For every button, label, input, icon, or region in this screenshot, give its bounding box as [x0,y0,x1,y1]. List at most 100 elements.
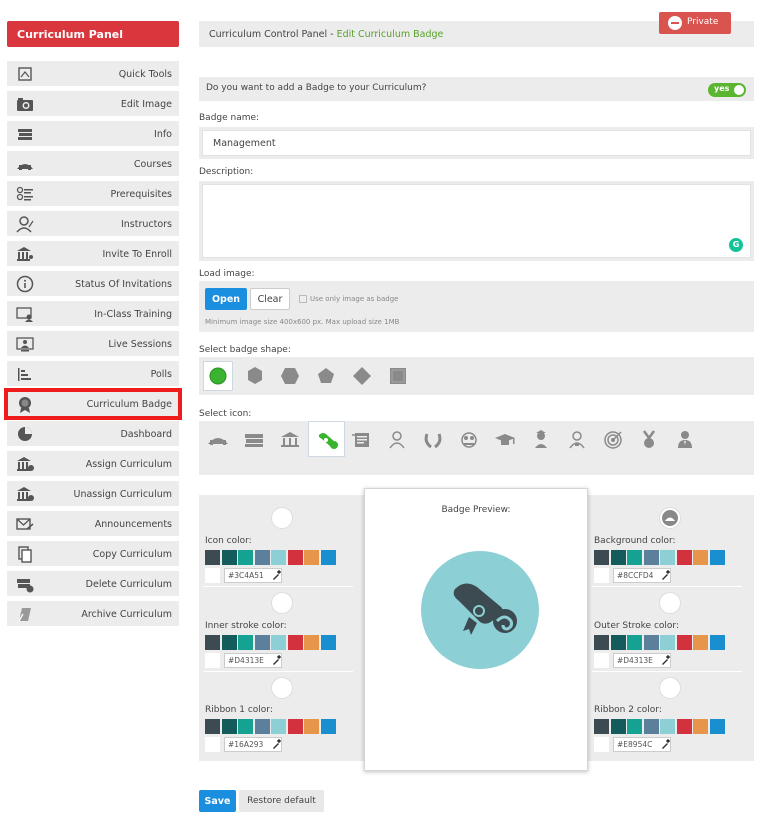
color-swatch[interactable] [221,635,237,650]
color-swatch[interactable] [610,719,626,734]
color-swatch[interactable] [627,719,642,734]
color-swatch[interactable] [676,635,692,650]
sidebar-item-live-sessions[interactable]: Live Sessions [7,331,179,357]
open-button[interactable]: Open [205,288,247,310]
custom-color-swatch[interactable] [594,737,609,752]
color-swatch[interactable] [709,550,725,565]
icon-option-books[interactable] [238,424,270,456]
color-swatch[interactable] [287,550,303,565]
color-swatch[interactable] [254,719,270,734]
icon-option-medal[interactable] [633,424,665,456]
icon-option-student[interactable] [561,424,593,456]
color-swatch[interactable] [287,635,303,650]
color-swatch[interactable] [205,719,220,734]
sidebar-item-invite-to-enroll[interactable]: Invite To Enroll [7,241,179,267]
icon-option-graduate[interactable] [525,424,557,456]
only-image-checkbox[interactable] [299,295,307,303]
icon-option-target[interactable] [597,424,629,456]
color-swatch[interactable] [643,550,659,565]
color-swatch[interactable] [221,550,237,565]
color-swatch[interactable] [271,719,286,734]
custom-color-swatch[interactable] [594,568,609,583]
color-swatch[interactable] [693,550,708,565]
sidebar-item-instructors[interactable]: Instructors [7,211,179,237]
color-swatch[interactable] [221,719,237,734]
save-button[interactable]: Save [199,790,236,812]
eyedropper-icon[interactable] [661,739,670,749]
description-textarea[interactable] [202,184,751,258]
eyedropper-icon[interactable] [661,655,670,665]
sidebar-item-announcements[interactable]: Announcements [7,511,179,537]
grammarly-icon[interactable]: G [729,238,743,252]
eyedropper-icon[interactable] [661,570,670,580]
icon-option-institution[interactable] [274,424,306,456]
sidebar-item-in-class-training[interactable]: In-Class Training [7,301,179,327]
color-swatch[interactable] [271,550,286,565]
eyedropper-icon[interactable] [272,570,281,580]
custom-color-swatch[interactable] [205,737,220,752]
color-swatch[interactable] [238,719,253,734]
color-swatch[interactable] [709,719,725,734]
color-swatch[interactable] [643,719,659,734]
color-swatch[interactable] [320,550,336,565]
color-swatch[interactable] [205,550,220,565]
sidebar-item-dashboard[interactable]: Dashboard [7,421,179,447]
color-swatch[interactable] [693,635,708,650]
icon-option-laurel[interactable] [417,424,449,456]
color-swatch[interactable] [693,719,708,734]
custom-color-swatch[interactable] [205,653,220,668]
shape-hexagon-horizontal[interactable] [275,361,305,391]
add-badge-toggle[interactable]: yes [708,83,746,97]
sidebar-item-delete-curriculum[interactable]: Delete Curriculum [7,571,179,597]
icon-option-user-tie[interactable] [669,424,701,456]
color-swatch[interactable] [594,719,609,734]
color-swatch[interactable] [660,635,675,650]
icon-option-graduation-cap[interactable] [489,424,521,456]
color-swatch[interactable] [238,550,253,565]
sidebar-item-unassign-curriculum[interactable]: Unassign Curriculum [7,481,179,507]
color-swatch[interactable] [254,635,270,650]
custom-color-swatch[interactable] [205,568,220,583]
color-swatch[interactable] [271,635,286,650]
badge-name-input[interactable] [202,130,751,156]
sidebar-item-edit-image[interactable]: Edit Image [7,91,179,117]
color-swatch[interactable] [660,719,675,734]
shape-diamond[interactable] [347,361,377,391]
restore-default-button[interactable]: Restore default [239,790,324,812]
shape-pentagon[interactable] [311,361,341,391]
color-swatch[interactable] [660,550,675,565]
color-swatch[interactable] [627,550,642,565]
color-swatch[interactable] [304,719,319,734]
custom-color-swatch[interactable] [594,653,609,668]
color-swatch[interactable] [676,550,692,565]
color-swatch[interactable] [205,635,220,650]
color-swatch[interactable] [610,550,626,565]
icon-option-certificate[interactable] [345,424,377,456]
breadcrumb-current[interactable]: Edit Curriculum Badge [337,29,444,40]
sidebar-item-quick-tools[interactable]: Quick Tools [7,61,179,87]
icon-option-user[interactable] [381,424,413,456]
color-swatch[interactable] [320,635,336,650]
sidebar-item-info[interactable]: Info [7,121,179,147]
color-swatch[interactable] [627,635,642,650]
color-swatch[interactable] [254,550,270,565]
color-swatch[interactable] [709,635,725,650]
sidebar-item-assign-curriculum[interactable]: Assign Curriculum [7,451,179,477]
color-swatch[interactable] [304,550,319,565]
sidebar-item-copy-curriculum[interactable]: Copy Curriculum [7,541,179,567]
icon-option-diploma[interactable] [308,421,345,457]
sidebar-item-polls[interactable]: Polls [7,361,179,387]
color-swatch[interactable] [594,635,609,650]
color-swatch[interactable] [676,719,692,734]
color-swatch[interactable] [304,635,319,650]
icon-option-book-open[interactable] [202,424,234,456]
sidebar-item-status-of-invitations[interactable]: Status Of Invitations [7,271,179,297]
color-swatch[interactable] [238,635,253,650]
shape-circle[interactable] [203,361,233,391]
color-swatch[interactable] [320,719,336,734]
shape-hexagon-vertical[interactable] [240,361,270,391]
color-swatch[interactable] [610,635,626,650]
shape-square[interactable] [383,361,413,391]
sidebar-item-archive-curriculum[interactable]: Archive Curriculum [7,601,179,627]
color-swatch[interactable] [287,719,303,734]
